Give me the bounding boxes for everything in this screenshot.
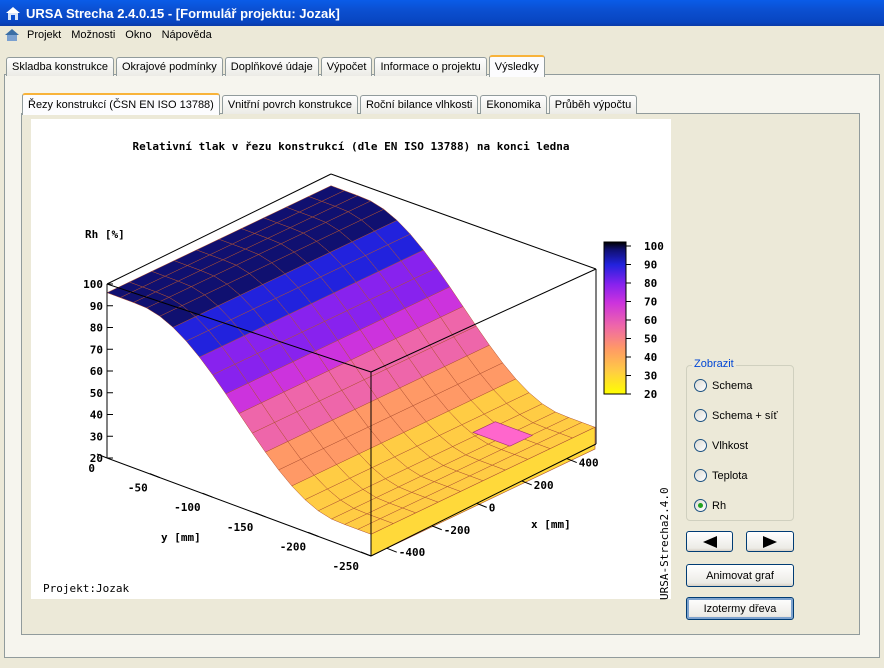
x-tick <box>431 525 442 531</box>
colorbar-tick-label: 100 <box>644 240 664 253</box>
tab-rezy[interactable]: Řezy konstrukcí (ČSN EN ISO 13788) <box>22 93 220 115</box>
colorbar-tick-label: 30 <box>644 370 657 383</box>
x-tick <box>386 547 397 553</box>
colorbar-tick-label: 50 <box>644 333 657 346</box>
y-tick-label: 0 <box>88 462 95 475</box>
radio-dot[interactable] <box>694 439 707 452</box>
ursa-house-icon[interactable] <box>4 27 20 43</box>
tab-skladba[interactable]: Skladba konstrukce <box>6 57 114 76</box>
tab-doplnkove[interactable]: Doplňkové údaje <box>224 57 319 76</box>
radio-teplota[interactable]: Teplota <box>694 469 747 482</box>
tab-okrajove[interactable]: Okrajové podmínky <box>116 57 223 76</box>
x-tick-label: 400 <box>579 457 599 470</box>
y-tick-label: -250 <box>333 560 360 573</box>
radio-schema-sit[interactable]: Schema + síť <box>694 409 778 422</box>
chart-title: Relativní tlak v řezu konstrukcí (dle EN… <box>132 140 569 153</box>
y-tick <box>255 512 266 518</box>
y-tick <box>308 531 319 537</box>
main-tabs: Skladba konstrukce Okrajové podmínky Dop… <box>6 55 547 77</box>
colorbar-tick-label: 70 <box>644 296 657 309</box>
z-tick-label: 30 <box>90 430 103 443</box>
window-title: URSA Strecha 2.4.0.15 - [Formulář projek… <box>26 5 340 21</box>
y-tick <box>360 551 372 557</box>
prev-button[interactable] <box>686 531 733 552</box>
menu-bar: Projekt Možnosti Okno Nápověda <box>0 26 884 44</box>
colorbar-tick-label: 20 <box>644 388 657 401</box>
radio-schema[interactable]: Schema <box>694 379 752 392</box>
x-tick-label: -400 <box>399 546 426 559</box>
y-axis-label: y [mm] <box>161 531 201 544</box>
next-button[interactable] <box>746 531 794 552</box>
isotherms-button[interactable]: Izotermy dřeva <box>686 597 794 620</box>
z-axis-label: Rh [%] <box>85 228 125 241</box>
radio-dot-selected[interactable] <box>694 499 707 512</box>
radio-rh[interactable]: Rh <box>694 499 726 512</box>
tab-vnitrni-povrch[interactable]: Vnitřní povrch konstrukce <box>221 95 358 114</box>
tab-prubeh[interactable]: Průběh výpočtu <box>548 95 638 114</box>
y-tick <box>202 492 213 498</box>
colorbar-tick-label: 40 <box>644 351 657 364</box>
z-tick-label: 40 <box>90 409 103 422</box>
menu-okno[interactable]: Okno <box>120 29 156 41</box>
colorbar <box>603 241 627 395</box>
x-tick <box>476 502 487 508</box>
z-tick-label: 100 <box>83 278 103 291</box>
z-tick-label: 80 <box>90 322 103 335</box>
vertical-version-label: URSA-Strecha2.4.0 <box>658 487 671 600</box>
sub-tabs: Řezy konstrukcí (ČSN EN ISO 13788) Vnitř… <box>22 93 639 115</box>
z-tick-label: 90 <box>90 300 103 313</box>
y-tick-label: -50 <box>128 482 148 495</box>
z-tick-label: 50 <box>90 387 103 400</box>
ursa-house-icon <box>6 7 20 20</box>
menu-napoveda[interactable]: Nápověda <box>157 29 217 41</box>
z-tick-label: 70 <box>90 343 103 356</box>
menu-projekt[interactable]: Projekt <box>22 29 66 41</box>
radio-dot[interactable] <box>694 409 707 422</box>
colorbar-tick-label: 80 <box>644 277 657 290</box>
display-group-legend: Zobrazit <box>692 358 736 370</box>
x-tick-label: 200 <box>534 479 554 492</box>
y-tick-label: -200 <box>280 540 307 553</box>
tab-informace[interactable]: Informace o projektu <box>374 57 487 76</box>
surface-plot: Relativní tlak v řezu konstrukcí (dle EN… <box>43 140 664 595</box>
y-tick-label: -100 <box>174 501 201 514</box>
menu-moznosti[interactable]: Možnosti <box>66 29 120 41</box>
radio-dot[interactable] <box>694 469 707 482</box>
tab-vysledky[interactable]: Výsledky <box>488 55 545 77</box>
arrow-right-icon <box>763 535 777 548</box>
colorbar-ticks: 20 30 40 50 60 70 80 90 100 <box>626 240 664 401</box>
animate-graph-button[interactable]: Animovat graf <box>686 564 794 587</box>
x-tick-label: -200 <box>444 524 471 537</box>
y-tick <box>149 473 160 479</box>
colorbar-tick-label: 60 <box>644 314 657 327</box>
radio-dot[interactable] <box>694 379 707 392</box>
tab-vypocet[interactable]: Výpočet <box>320 57 373 76</box>
x-tick-label: 0 <box>489 501 496 514</box>
surface-chart: Relativní tlak v řezu konstrukcí (dle EN… <box>31 119 671 599</box>
z-tick-label: 60 <box>90 365 103 378</box>
radio-vlhkost[interactable]: Vlhkost <box>694 439 748 452</box>
project-label: Projekt:Jozak <box>43 582 129 595</box>
colorbar-tick-label: 90 <box>644 259 657 272</box>
arrow-left-icon <box>702 535 717 548</box>
tab-ekonomika[interactable]: Ekonomika <box>480 95 547 114</box>
y-tick-label: -150 <box>227 521 254 534</box>
title-bar: URSA Strecha 2.4.0.15 - [Formulář projek… <box>0 0 884 26</box>
tab-rocni-bilance[interactable]: Roční bilance vlhkosti <box>359 95 479 114</box>
x-axis-label: x [mm] <box>531 518 571 531</box>
